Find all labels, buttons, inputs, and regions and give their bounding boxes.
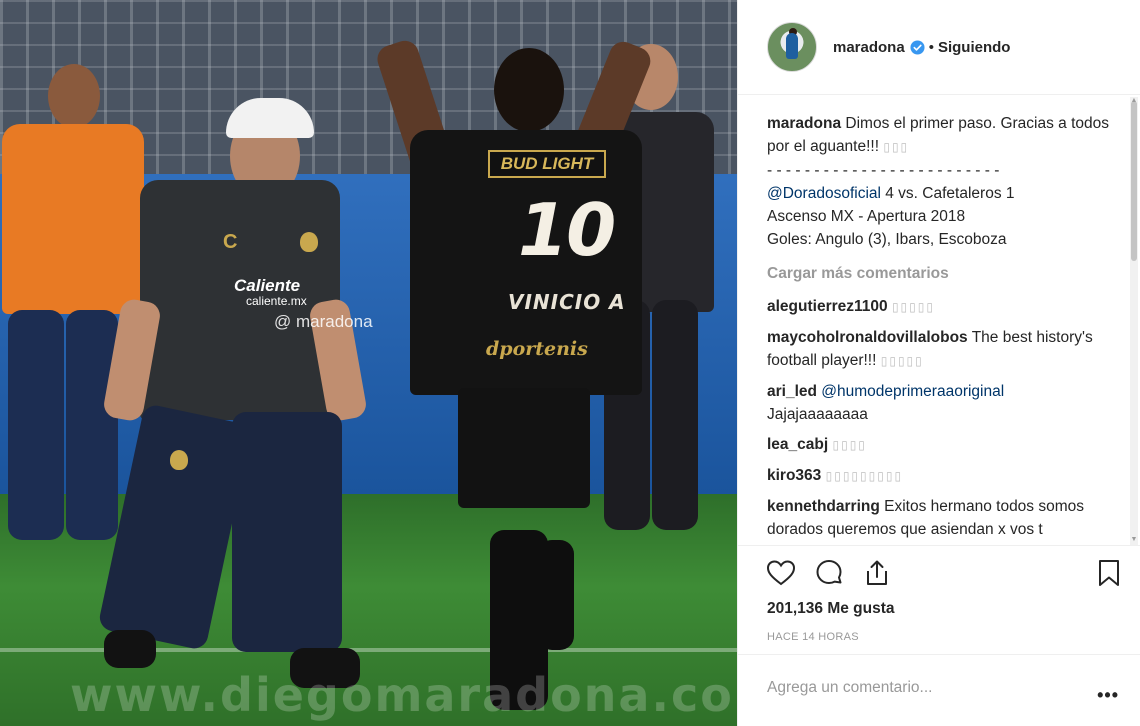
post-header: maradona • Siguiendo <box>738 0 1140 95</box>
comment-item: ari_led @humodeprimeraaoriginal Jajajaaa… <box>767 380 1112 426</box>
bookmark-icon[interactable] <box>1093 557 1125 589</box>
comment-text: Jajajaaaaaaaa <box>767 406 868 423</box>
comment-username[interactable]: lea_cabj <box>767 436 828 453</box>
post-photo[interactable]: C Caliente caliente.mx BUD LIGHT 10 VINI… <box>0 0 737 726</box>
jersey-number: 10 <box>518 188 616 272</box>
verified-badge-icon <box>910 39 925 55</box>
caption-goals: Goles: Angulo (3), Ibars, Escoboza <box>767 231 1007 248</box>
comment-username[interactable]: ari_led <box>767 383 817 400</box>
comment-username[interactable]: alegutierrez1100 <box>767 298 888 315</box>
shirt-logo: C <box>223 231 238 253</box>
caption-username[interactable]: maradona <box>767 115 841 132</box>
comments-scroll-thumb[interactable] <box>1131 101 1137 261</box>
comment-emoji: ▯▯▯▯ <box>832 438 867 452</box>
photo-watermark: @ maradona <box>274 312 373 331</box>
comment-mention[interactable]: @humodeprimeraaoriginal <box>821 383 1004 400</box>
jersey-name: VINICIO A <box>508 290 626 314</box>
comment-username[interactable]: kennethdarring <box>767 498 880 515</box>
add-comment-section: ••• <box>738 654 1140 726</box>
comment-item: lea_cabj ▯▯▯▯ <box>767 433 1112 457</box>
caption-score: 4 vs. Cafetaleros 1 <box>880 185 1015 202</box>
comment-item: kiro363 ▯▯▯▯▯▯▯▯▯ <box>767 464 1112 488</box>
shirt-sponsor-url: caliente.mx <box>246 294 307 308</box>
comment-item: kennethdarring Exitos hermano todos somo… <box>767 495 1112 542</box>
post-timestamp[interactable]: HACE 14 HORAS <box>767 631 859 643</box>
caption-mention[interactable]: @Doradosoficial <box>767 185 881 202</box>
likes-count[interactable]: 201,136 Me gusta <box>767 600 895 618</box>
caption-emoji: ▯▯▯ <box>883 140 910 154</box>
comments-list: maradona Dimos el primer paso. Gracias a… <box>767 112 1112 542</box>
heart-icon[interactable] <box>765 557 797 589</box>
jersey-brand: dportenis <box>486 338 588 360</box>
share-upload-icon[interactable] <box>861 557 893 589</box>
scroll-down-arrow-icon[interactable]: ▼ <box>1130 536 1138 544</box>
comment-username[interactable]: maycoholronaldovillalobos <box>767 329 968 346</box>
comment-username[interactable]: kiro363 <box>767 467 821 484</box>
post-side-panel: maradona • Siguiendo maradona Dimos el p… <box>737 0 1140 726</box>
comment-item: alegutierrez1100 ▯▯▯▯▯ <box>767 295 1112 319</box>
comment-emoji: ▯▯▯▯▯ <box>880 354 924 368</box>
follow-button[interactable]: Siguiendo <box>938 39 1011 56</box>
avatar[interactable] <box>767 22 817 72</box>
caption-divider: - - - - - - - - - - - - - - - - - - - - … <box>767 162 1000 179</box>
instagram-post: C Caliente caliente.mx BUD LIGHT 10 VINI… <box>0 0 1140 726</box>
header-username[interactable]: maradona <box>833 39 905 56</box>
shirt-sponsor: Caliente <box>234 276 301 295</box>
scroll-up-arrow-icon[interactable]: ▲ <box>1130 97 1138 105</box>
comment-bubble-icon[interactable] <box>813 557 845 589</box>
load-more-comments-button[interactable]: Cargar más comentarios <box>767 262 1112 285</box>
comment-item: maycoholronaldovillalobos The best histo… <box>767 326 1112 373</box>
header-separator: • <box>928 38 934 56</box>
more-options-icon[interactable]: ••• <box>1097 685 1119 706</box>
caption: maradona Dimos el primer paso. Gracias a… <box>767 112 1112 251</box>
jersey-sponsor: BUD LIGHT <box>488 150 606 178</box>
comment-emoji: ▯▯▯▯▯ <box>891 300 935 314</box>
comment-emoji: ▯▯▯▯▯▯▯▯▯ <box>825 469 904 483</box>
add-comment-input[interactable] <box>767 679 1067 697</box>
caption-competition: Ascenso MX - Apertura 2018 <box>767 208 966 225</box>
photo-footer-watermark: www.diegomaradona.com <box>70 668 737 722</box>
